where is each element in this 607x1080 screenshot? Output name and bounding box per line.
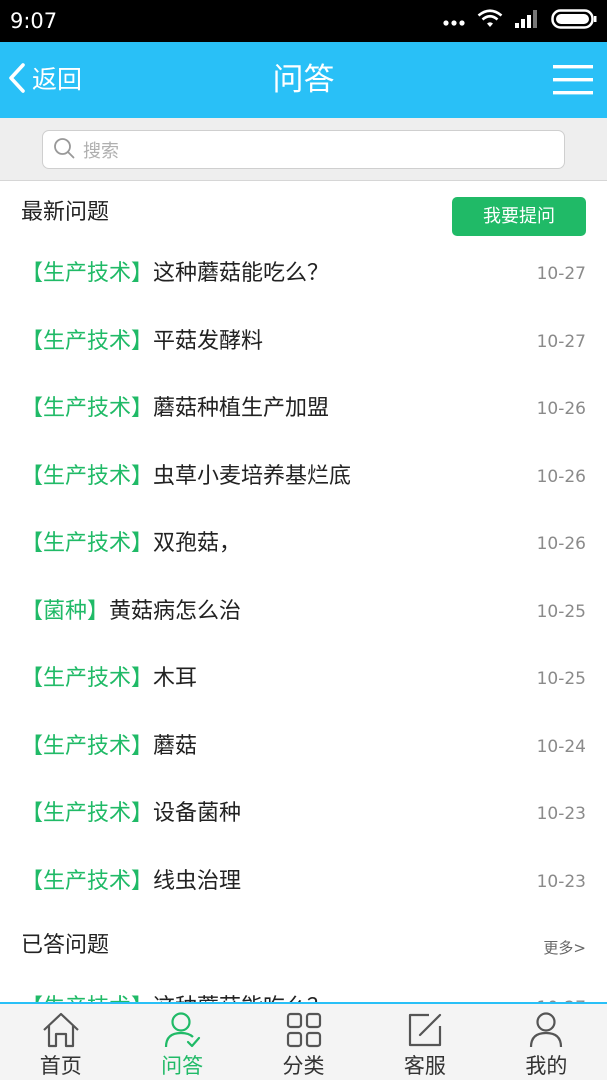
back-label: 返回 [32, 65, 83, 94]
back-button[interactable]: 返回 [6, 60, 82, 100]
question-date: 10-26 [536, 399, 586, 419]
question-row[interactable]: 【生产技术】蘑菇种植生产加盟 10-26 [0, 376, 607, 444]
chevron-left-icon [6, 62, 28, 98]
question-text: 【生产技术】平菇发酵料 [21, 327, 263, 357]
question-date: 10-23 [536, 871, 586, 892]
edit-icon [405, 1010, 445, 1050]
search-input[interactable]: 搜索 [42, 130, 565, 169]
question-date: 10-27 [536, 331, 586, 352]
question-category: 【生产技术】 [21, 531, 154, 556]
user-icon [526, 1010, 566, 1050]
nav-label-service: 客服 [403, 1054, 446, 1078]
search-icon [53, 137, 75, 163]
page-title: 问答 [272, 62, 335, 98]
question-title: 平菇发酵料 [153, 328, 264, 354]
app-header: 返回 问答 [0, 42, 607, 118]
latest-questions-header: 最新问题 我要提问 [0, 183, 607, 243]
bottom-nav: 首页 问答 分类 客服 我的 [0, 1002, 607, 1080]
answered-questions-title: 已答问题 [21, 933, 110, 958]
question-category: 【生产技术】 [21, 396, 154, 421]
question-row[interactable]: 【生产技术】这种蘑菇能吃么？ 10-27 [0, 241, 607, 309]
question-title: 黄菇病怎么治 [109, 598, 242, 624]
question-date: 10-26 [536, 466, 586, 487]
question-title: 这种蘑菇能吃么？ [153, 261, 330, 286]
nav-label-home: 首页 [39, 1054, 82, 1078]
question-row[interactable]: 【生产技术】双孢菇， 10-26 [0, 511, 607, 579]
question-title: 双孢菇， [153, 531, 242, 556]
more-dots-icon [443, 12, 465, 31]
battery-icon [551, 9, 597, 33]
grid-icon [284, 1010, 324, 1050]
question-date: 10-26 [536, 534, 586, 554]
question-text: 【生产技术】木耳 [21, 664, 197, 694]
question-row[interactable]: 【生产技术】虫草小麦培养基烂底 10-26 [0, 444, 607, 512]
question-date: 10-23 [536, 804, 586, 824]
more-link[interactable]: 更多> [543, 937, 586, 958]
question-category: 【生产技术】 [21, 328, 154, 354]
question-title: 木耳 [153, 666, 198, 691]
question-text: 【生产技术】蘑菇种植生产加盟 [21, 394, 329, 424]
nav-item-category[interactable]: 分类 [243, 1004, 364, 1080]
question-date: 10-24 [536, 736, 586, 757]
question-category: 【生产技术】 [21, 868, 154, 894]
question-text: 【生产技术】双孢菇， [21, 529, 241, 559]
status-icons [443, 9, 597, 33]
latest-questions-title: 最新问题 [21, 200, 110, 225]
question-text: 【生产技术】蘑菇 [21, 732, 197, 762]
question-title: 设备菌种 [153, 801, 242, 826]
question-row[interactable]: 【生产技术】设备菌种 10-23 [0, 781, 607, 849]
nav-item-qa[interactable]: 问答 [121, 1004, 242, 1080]
question-date: 10-25 [536, 601, 586, 622]
nav-label-qa: 问答 [161, 1054, 204, 1078]
status-bar: 9:07 [0, 0, 607, 42]
question-title: 蘑菇 [153, 733, 198, 759]
wifi-icon [477, 9, 503, 33]
question-title: 线虫治理 [153, 868, 242, 894]
latest-questions-list: 【生产技术】这种蘑菇能吃么？ 10-27 【生产技术】平菇发酵料 10-27 【生产技术… [0, 241, 607, 916]
question-text: 【菌种】黄菇病怎么治 [21, 597, 241, 627]
question-date: 10-25 [536, 669, 586, 689]
home-icon [41, 1010, 81, 1050]
question-row[interactable]: 【生产技术】平菇发酵料 10-27 [0, 309, 607, 377]
question-category: 【生产技术】 [21, 261, 154, 286]
ask-question-button[interactable]: 我要提问 [452, 197, 586, 236]
menu-button[interactable] [553, 62, 593, 98]
question-text: 【生产技术】线虫治理 [21, 867, 241, 897]
question-category: 【菌种】 [21, 598, 110, 624]
nav-item-home[interactable]: 首页 [0, 1004, 121, 1080]
question-category: 【生产技术】 [21, 463, 154, 489]
question-row[interactable]: 【生产技术】线虫治理 10-23 [0, 849, 607, 917]
nav-label-me: 我的 [525, 1054, 568, 1078]
signal-icon [515, 10, 539, 32]
hamburger-menu-icon [553, 65, 593, 102]
question-title: 蘑菇种植生产加盟 [153, 396, 330, 421]
search-area: 搜索 [0, 118, 607, 181]
search-placeholder: 搜索 [83, 140, 119, 162]
question-category: 【生产技术】 [21, 666, 154, 691]
question-category: 【生产技术】 [21, 733, 154, 759]
question-text: 【生产技术】这种蘑菇能吃么？ [21, 259, 329, 289]
nav-label-category: 分类 [282, 1054, 325, 1078]
question-date: 10-27 [536, 264, 586, 284]
question-text: 【生产技术】虫草小麦培养基烂底 [21, 462, 351, 492]
status-time: 9:07 [10, 9, 58, 33]
question-row[interactable]: 【生产技术】木耳 10-25 [0, 646, 607, 714]
answered-questions-header: 已答问题 更多> [0, 916, 607, 976]
question-row[interactable]: 【菌种】黄菇病怎么治 10-25 [0, 579, 607, 647]
nav-item-service[interactable]: 客服 [364, 1004, 485, 1080]
question-title: 虫草小麦培养基烂底 [153, 463, 352, 489]
user-check-icon [162, 1010, 202, 1050]
question-category: 【生产技术】 [21, 801, 154, 826]
question-row[interactable]: 【生产技术】蘑菇 10-24 [0, 714, 607, 782]
question-text: 【生产技术】设备菌种 [21, 799, 241, 829]
nav-item-me[interactable]: 我的 [486, 1004, 607, 1080]
